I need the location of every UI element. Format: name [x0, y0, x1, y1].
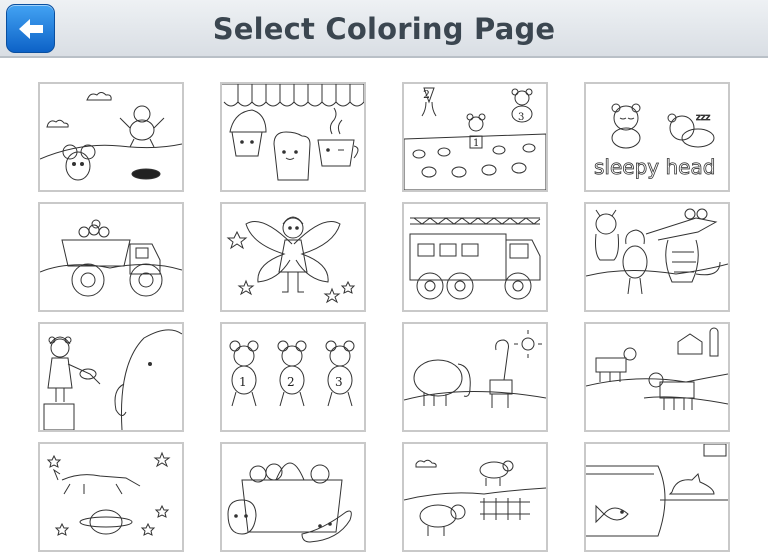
coloring-page-fire-truck[interactable] [402, 202, 548, 312]
coloring-page-sheep-field[interactable] [402, 442, 548, 552]
coloring-page-three-mice[interactable]: 1 2 3 [220, 322, 366, 432]
coloring-page-cupcake-toast-coffee[interactable] [220, 82, 366, 192]
svg-text:2: 2 [423, 88, 430, 101]
coloring-page-elephant-giraffe[interactable] [402, 322, 548, 432]
svg-text:sleepy head: sleepy head [594, 155, 715, 179]
coloring-page-mice-on-hill[interactable] [38, 82, 184, 192]
svg-text:1: 1 [239, 375, 247, 389]
coloring-page-fruit-basket[interactable] [220, 442, 366, 552]
coloring-page-horse-space[interactable] [38, 442, 184, 552]
svg-text:3: 3 [335, 375, 343, 389]
coloring-page-sleepy-head-bears[interactable]: zzz sleepy head [584, 82, 730, 192]
coloring-page-dump-truck[interactable] [38, 202, 184, 312]
coloring-page-violin-girl-elephant[interactable] [38, 322, 184, 432]
svg-text:zzz: zzz [696, 113, 710, 123]
coloring-page-cows-barn[interactable] [584, 322, 730, 432]
svg-text:2: 2 [287, 375, 295, 389]
coloring-page-monsters-and-crocodile[interactable] [584, 202, 730, 312]
header-bar: Select Coloring Page [0, 0, 768, 58]
coloring-page-fairy-girl[interactable] [220, 202, 366, 312]
coloring-page-fish-bowl-cat[interactable] [584, 442, 730, 552]
svg-text:1: 1 [473, 138, 479, 149]
coloring-page-mice-board-game[interactable]: 2 1 3 [402, 82, 548, 192]
svg-text:3: 3 [518, 112, 524, 123]
page-title: Select Coloring Page [212, 12, 556, 46]
